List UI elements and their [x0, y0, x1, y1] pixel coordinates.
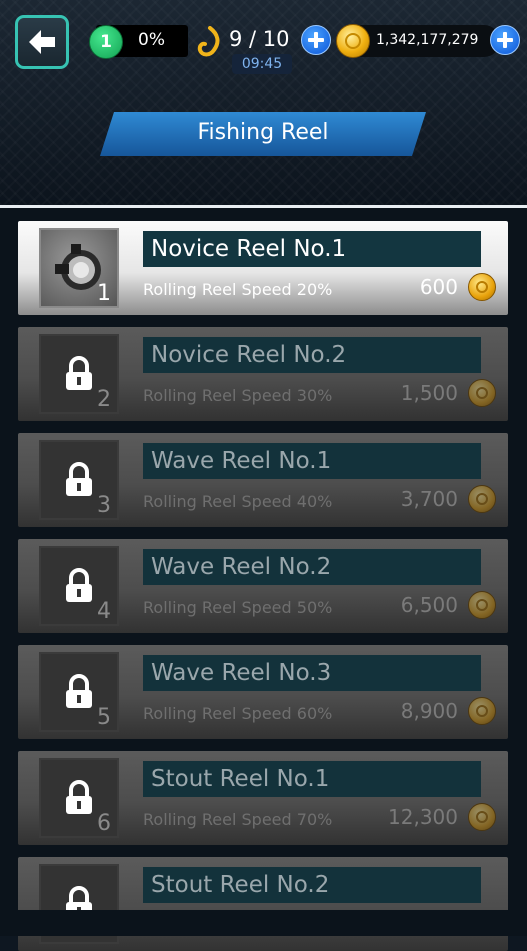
stamina-count: 9 / 10 — [229, 27, 290, 51]
reel-index: 2 — [97, 387, 111, 412]
reel-name: Stout Reel No.1 — [143, 761, 481, 797]
list-bottom-edge — [0, 910, 527, 936]
lock-icon — [66, 780, 92, 814]
gold-amount: 1,342,177,279 — [376, 32, 479, 48]
gold-coin-icon — [468, 273, 496, 301]
gold-coin-icon — [336, 24, 370, 58]
reel-thumbnail: 4 — [39, 546, 119, 626]
reel-row-5[interactable]: 5 Wave Reel No.3 Rolling Reel Speed 60% … — [18, 645, 508, 739]
xp-percent: 0% — [138, 30, 165, 50]
reel-price: 6,500 — [400, 593, 458, 617]
reel-index: 4 — [97, 599, 111, 624]
reel-row-3[interactable]: 3 Wave Reel No.1 Rolling Reel Speed 40% … — [18, 433, 508, 527]
gold-coin-icon — [468, 591, 496, 619]
reel-price: 1,500 — [400, 381, 458, 405]
reel-index: 6 — [97, 811, 111, 836]
lock-icon — [66, 568, 92, 602]
reel-price: 600 — [419, 275, 458, 299]
level-badge: 1 — [89, 25, 123, 59]
gold-coin-icon — [468, 803, 496, 831]
lock-icon — [66, 674, 92, 708]
reel-row-6[interactable]: 6 Stout Reel No.1 Rolling Reel Speed 70%… — [18, 751, 508, 845]
reel-price: 8,900 — [400, 699, 458, 723]
reel-row-1[interactable]: 1 Novice Reel No.1 Rolling Reel Speed 20… — [18, 221, 508, 315]
gold-coin-icon — [468, 485, 496, 513]
reel-name: Wave Reel No.1 — [143, 443, 481, 479]
add-stamina-button[interactable] — [301, 25, 331, 55]
lock-icon — [66, 356, 92, 390]
reel-thumbnail: 6 — [39, 758, 119, 838]
hook-icon — [197, 26, 220, 57]
gold-coin-icon — [468, 379, 496, 407]
reel-thumbnail: 1 — [39, 228, 119, 308]
reel-name: Novice Reel No.2 — [143, 337, 481, 373]
reel-description: Rolling Reel Speed 30% — [143, 386, 333, 405]
gold-coin-icon — [468, 697, 496, 725]
back-button[interactable] — [15, 15, 69, 69]
reel-thumbnail: 5 — [39, 652, 119, 732]
reel-index: 5 — [97, 705, 111, 730]
stamina-timer: 09:45 — [232, 54, 292, 74]
reel-row-7[interactable]: Stout Reel No.2 — [18, 857, 508, 951]
reel-thumbnail: 2 — [39, 334, 119, 414]
reel-description: Rolling Reel Speed 50% — [143, 598, 333, 617]
reel-description: Rolling Reel Speed 60% — [143, 704, 333, 723]
reel-row-2[interactable]: 2 Novice Reel No.2 Rolling Reel Speed 30… — [18, 327, 508, 421]
reel-thumbnail: 3 — [39, 440, 119, 520]
reel-name: Wave Reel No.3 — [143, 655, 481, 691]
reel-name: Novice Reel No.1 — [143, 231, 481, 267]
back-arrow-icon — [29, 30, 55, 54]
reel-description: Rolling Reel Speed 20% — [143, 280, 333, 299]
lock-icon — [66, 462, 92, 496]
add-gold-button[interactable] — [490, 25, 520, 55]
reel-row-4[interactable]: 4 Wave Reel No.2 Rolling Reel Speed 50% … — [18, 539, 508, 633]
page-title: Fishing Reel — [197, 120, 329, 145]
reel-name: Wave Reel No.2 — [143, 549, 481, 585]
reel-name: Stout Reel No.2 — [143, 867, 481, 903]
reel-description: Rolling Reel Speed 70% — [143, 810, 333, 829]
reel-price: 3,700 — [400, 487, 458, 511]
reel-index: 3 — [97, 493, 111, 518]
title-banner: Fishing Reel — [100, 112, 426, 156]
reel-description: Rolling Reel Speed 40% — [143, 492, 333, 511]
reel-index: 1 — [97, 281, 111, 306]
reel-price: 12,300 — [388, 805, 458, 829]
